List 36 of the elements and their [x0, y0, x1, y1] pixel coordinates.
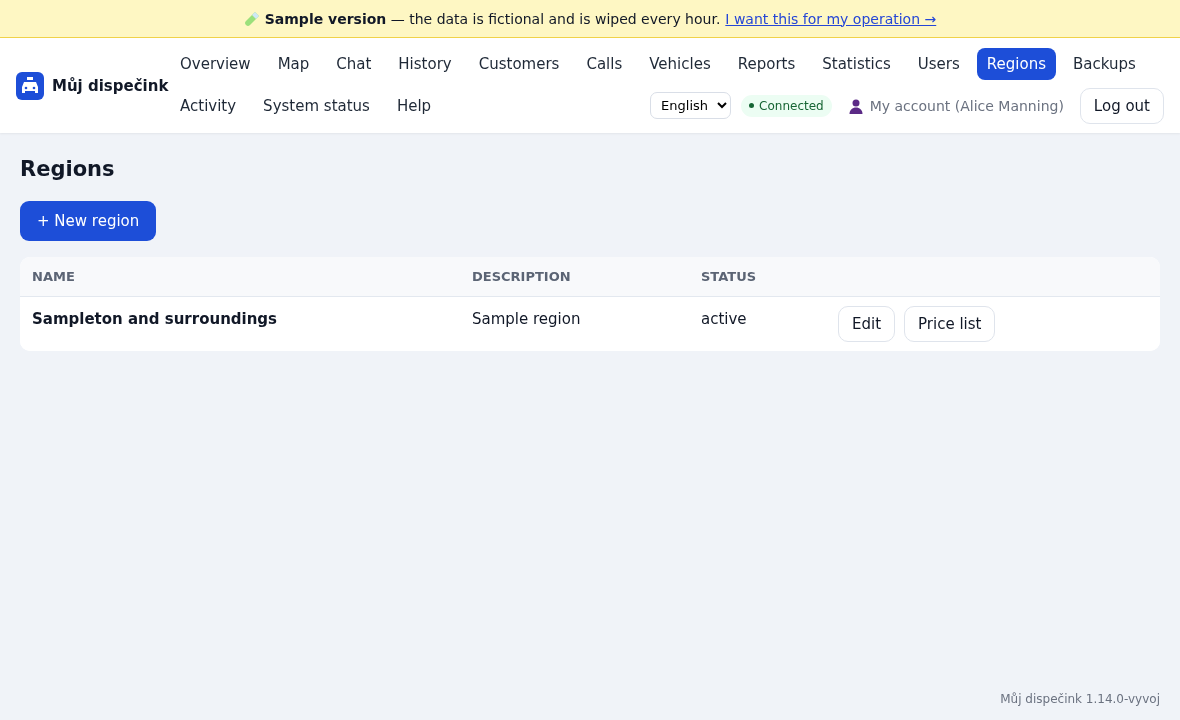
nav-link[interactable]: Map [267, 47, 320, 80]
logout-button[interactable]: Log out [1079, 87, 1164, 124]
test-tube-icon [243, 10, 260, 27]
brand-name: Můj dispečink [52, 76, 169, 95]
nav-link[interactable]: Backups [1063, 47, 1146, 80]
taxi-logo-icon [16, 71, 44, 100]
nav-link[interactable]: Overview [170, 47, 261, 80]
column-header: DESCRIPTION [472, 268, 572, 286]
table-cell-text: Sampleton and surroundings [32, 309, 279, 330]
nav-link[interactable]: Calls [576, 47, 633, 80]
nav-link[interactable]: Reports [727, 47, 806, 80]
nav-link[interactable]: Statistics [812, 47, 901, 80]
connection-status: Connected [741, 94, 832, 117]
banner-text: Sample version — the data is fictional and is wiped every hour. [264, 10, 721, 27]
table-cell-text: Sample region [472, 309, 582, 330]
nav-link[interactable]: Vehicles [639, 47, 721, 80]
language-select[interactable]: English [650, 92, 732, 119]
column-header: NAME [32, 268, 76, 286]
column-header: STATUS [701, 268, 758, 286]
nav-link[interactable]: Users [907, 47, 970, 80]
account-link[interactable]: My account (Alice Manning) [847, 97, 1064, 114]
nav-link[interactable]: Regions [976, 47, 1056, 80]
nav-link[interactable]: History [388, 47, 462, 80]
version-text: Můj dispečink 1.14.0-vyvoj [1000, 692, 1160, 706]
row-action-button[interactable]: Price list [904, 306, 996, 342]
nav-link[interactable]: System status [253, 89, 380, 122]
nav-link[interactable]: Activity [170, 89, 247, 122]
nav-link[interactable]: Chat [326, 47, 382, 80]
new-region-button[interactable]: + New region [20, 201, 157, 241]
person-icon [847, 97, 864, 114]
nav-link[interactable]: Customers [468, 47, 570, 80]
row-action-button[interactable]: Edit [838, 306, 896, 342]
table-cell-text: active [701, 309, 748, 330]
page-title: Regions [20, 157, 116, 181]
banner-link[interactable]: I want this for my operation → [725, 10, 937, 27]
nav-link[interactable]: Help [386, 89, 442, 122]
